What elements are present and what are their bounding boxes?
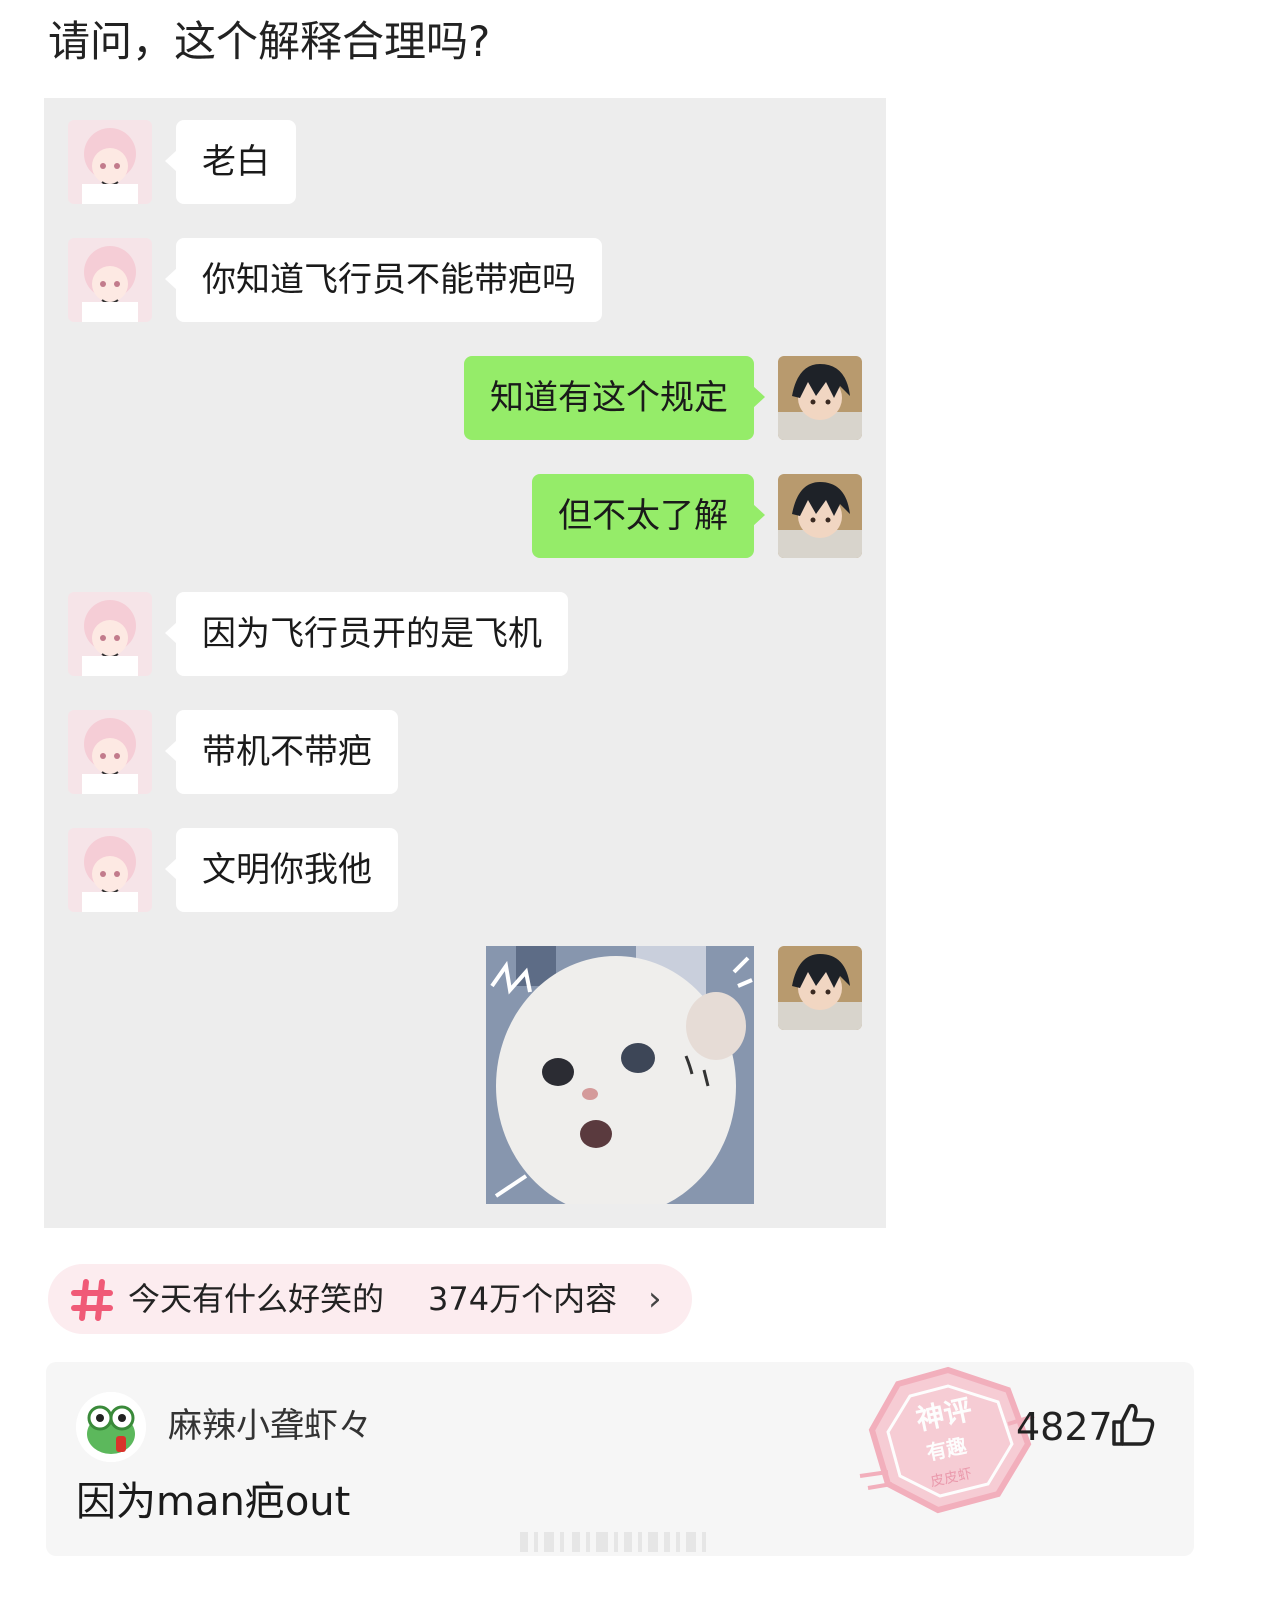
message-row: 因为飞行员开的是飞机 (68, 592, 768, 676)
avatar-pink-hair-icon (68, 120, 152, 204)
chat-bubble-outgoing: 知道有这个规定 (464, 356, 765, 440)
chat-bubble-incoming: 你知道飞行员不能带疤吗 (165, 238, 602, 322)
message-row: 带机不带疤 (68, 710, 568, 794)
chevron-right-icon: › (648, 1279, 662, 1319)
like-count: 4827 (1016, 1405, 1113, 1449)
watermark-barcode-icon (520, 1532, 706, 1552)
avatar-dark-hair-icon (778, 474, 862, 558)
chat-bubble-incoming: 带机不带疤 (165, 710, 398, 794)
message-row: 文明你我他 (68, 828, 568, 912)
comment-text: 因为man疤out (76, 1479, 351, 1525)
chat-bubble-incoming: 因为飞行员开的是飞机 (165, 592, 568, 676)
commenter-avatar[interactable] (76, 1392, 146, 1462)
top-comment-card: 麻辣小聋虾々 因为man疤out 神评 有趣 皮皮虾 4827 (46, 1362, 1194, 1556)
avatar-dark-hair-icon (778, 946, 862, 1030)
topic-tag-pill[interactable]: 今天有什么好笑的 374万个内容 › (48, 1264, 692, 1334)
thumbs-up-icon[interactable] (1110, 1402, 1156, 1448)
hash-icon (71, 1279, 113, 1321)
avatar-pink-hair-icon (68, 592, 152, 676)
message-row: 知道有这个规定 (44, 356, 862, 440)
topic-content-count: 374万个内容 (428, 1280, 618, 1318)
god-comment-stamp-icon: 神评 有趣 皮皮虾 (859, 1366, 1035, 1514)
commenter-username[interactable]: 麻辣小聋虾々 (168, 1398, 372, 1454)
topic-name: 今天有什么好笑的 (128, 1280, 385, 1318)
cat-sticker-image (486, 946, 754, 1204)
chat-bubble-incoming: 文明你我他 (165, 828, 398, 912)
chat-bubble-incoming: 老白 (165, 120, 296, 204)
avatar-pink-hair-icon (68, 238, 152, 322)
message-row: 你知道飞行员不能带疤吗 (68, 238, 768, 322)
message-row: 老白 (68, 120, 468, 204)
chat-screenshot: 老白 你知道飞行员不能带疤吗 知道有这个规定 但不太了解 因为飞行员开的是飞机 … (44, 98, 886, 1228)
avatar-dark-hair-icon (778, 356, 862, 440)
avatar-pink-hair-icon (68, 828, 152, 912)
post-question-title: 请问，这个解释合理吗? (48, 17, 491, 66)
avatar-pink-hair-icon (68, 710, 152, 794)
chat-bubble-outgoing: 但不太了解 (532, 474, 765, 558)
message-row: 但不太了解 (44, 474, 862, 558)
